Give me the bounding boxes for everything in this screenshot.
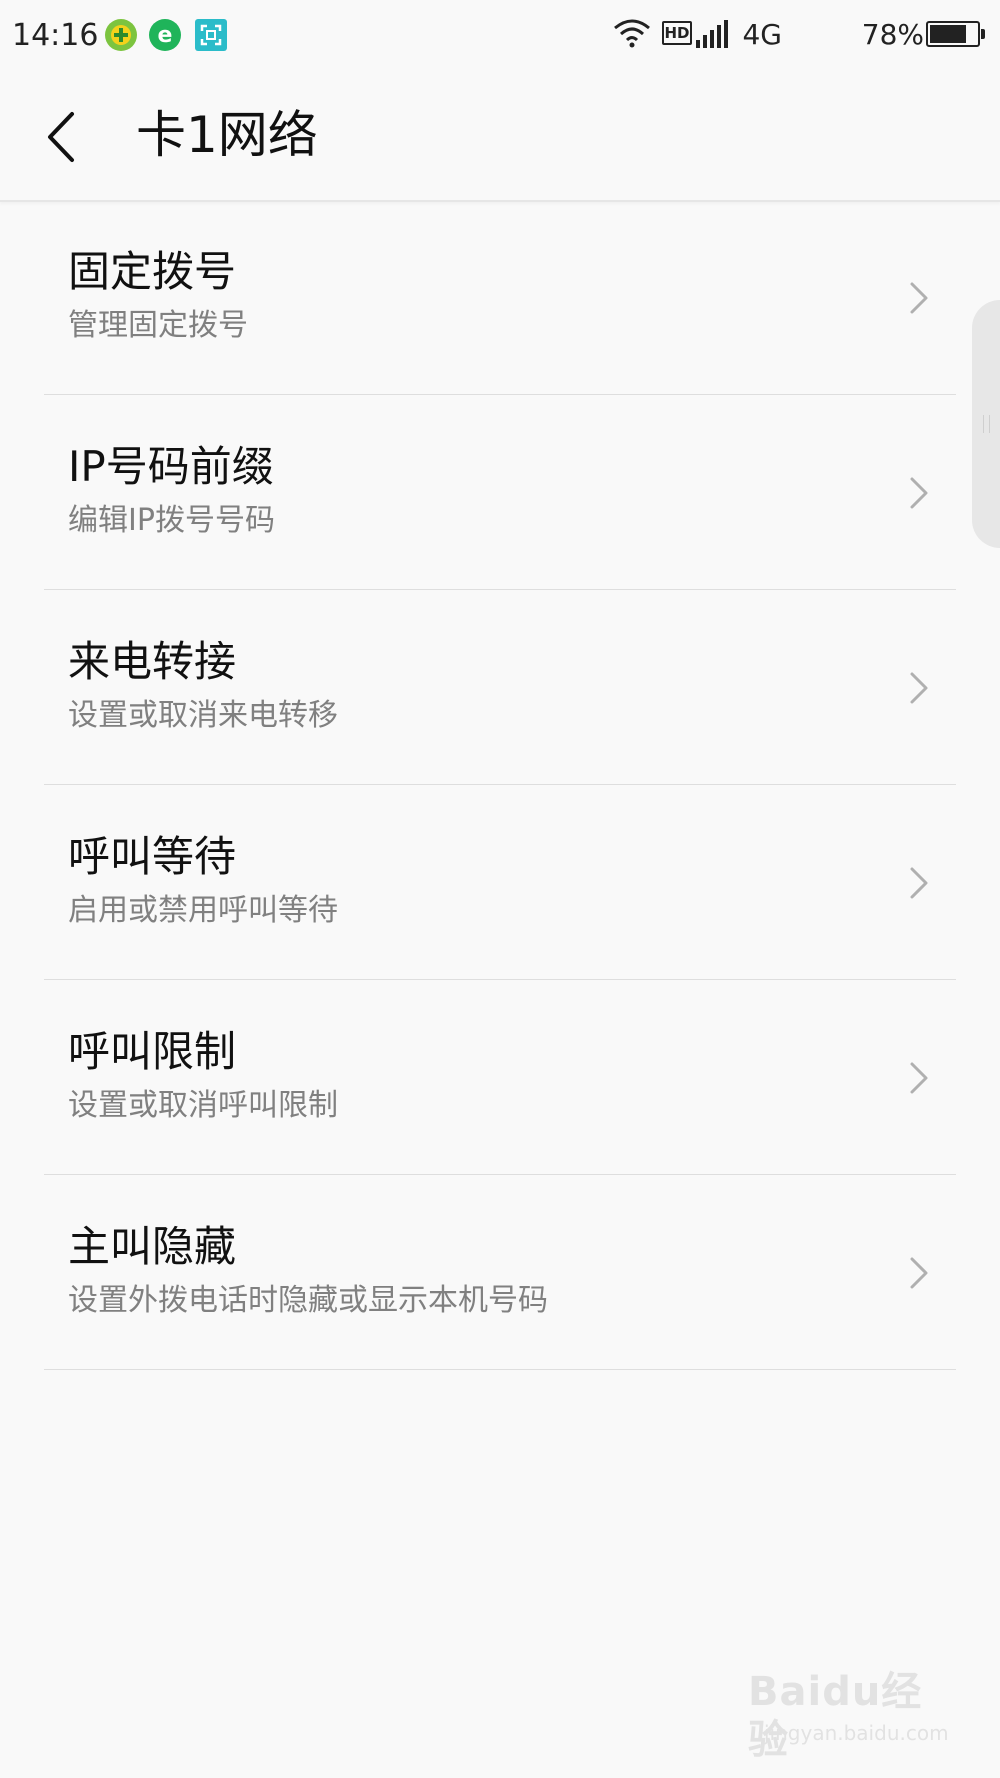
battery-icon bbox=[926, 21, 986, 47]
list-item-call-waiting[interactable]: 呼叫等待 启用或禁用呼叫等待 bbox=[0, 785, 1000, 980]
list-item-ip-prefix[interactable]: IP号码前缀 编辑IP拨号号码 bbox=[0, 395, 1000, 590]
chevron-right-icon bbox=[910, 282, 928, 314]
grip-icon bbox=[983, 415, 990, 433]
item-title: 来电转接 bbox=[68, 637, 237, 686]
list-item-call-forwarding[interactable]: 来电转接 设置或取消来电转移 bbox=[0, 590, 1000, 785]
item-subtitle: 编辑IP拨号号码 bbox=[68, 503, 275, 538]
network-type: 4G bbox=[742, 18, 782, 51]
item-title: 呼叫限制 bbox=[68, 1027, 237, 1076]
chevron-right-icon bbox=[910, 1062, 928, 1094]
item-subtitle: 设置外拨电话时隐藏或显示本机号码 bbox=[68, 1283, 548, 1318]
list-item-caller-id[interactable]: 主叫隐藏 设置外拨电话时隐藏或显示本机号码 bbox=[0, 1175, 1000, 1370]
watermark-url: jingyan.baidu.com bbox=[764, 1721, 949, 1745]
svg-text:e: e bbox=[158, 23, 173, 48]
settings-list: 固定拨号 管理固定拨号 IP号码前缀 编辑IP拨号号码 来电转接 设置或取消来电… bbox=[0, 200, 1000, 1370]
wifi-icon bbox=[614, 19, 650, 48]
signal-icon bbox=[696, 20, 728, 48]
chevron-right-icon bbox=[910, 1257, 928, 1289]
list-item-call-barring[interactable]: 呼叫限制 设置或取消呼叫限制 bbox=[0, 980, 1000, 1175]
item-title: IP号码前缀 bbox=[68, 442, 274, 491]
watermark: Baidu经验 jingyan.baidu.com bbox=[748, 1668, 949, 1763]
watermark-logo: Baidu经验 bbox=[748, 1669, 923, 1763]
status-bar: 14:16 e HD 4G 78% bbox=[0, 0, 1000, 72]
chevron-right-icon bbox=[910, 867, 928, 899]
chevron-right-icon bbox=[910, 672, 928, 704]
battery-fill bbox=[930, 25, 966, 43]
item-subtitle: 设置或取消来电转移 bbox=[68, 698, 338, 733]
item-title: 主叫隐藏 bbox=[68, 1222, 237, 1271]
item-title: 固定拨号 bbox=[68, 247, 237, 296]
item-subtitle: 管理固定拨号 bbox=[68, 308, 248, 343]
browser-e-icon: e bbox=[149, 19, 181, 51]
hd-badge: HD bbox=[662, 21, 692, 45]
back-button[interactable] bbox=[38, 102, 94, 172]
item-subtitle: 设置或取消呼叫限制 bbox=[68, 1088, 338, 1123]
list-item-fixed-dialing[interactable]: 固定拨号 管理固定拨号 bbox=[0, 200, 1000, 395]
add-icon bbox=[105, 19, 137, 51]
battery-percent: 78% bbox=[861, 18, 924, 51]
app-header: 卡1网络 bbox=[0, 72, 1000, 202]
scanner-icon bbox=[195, 19, 227, 51]
back-arrow-icon bbox=[48, 112, 74, 162]
chevron-right-icon bbox=[910, 477, 928, 509]
status-time: 14:16 bbox=[12, 18, 99, 53]
item-subtitle: 启用或禁用呼叫等待 bbox=[68, 893, 338, 928]
divider bbox=[44, 1369, 956, 1370]
page-title: 卡1网络 bbox=[136, 106, 318, 164]
item-title: 呼叫等待 bbox=[68, 832, 237, 881]
edge-sidebar-handle[interactable] bbox=[972, 300, 1000, 548]
